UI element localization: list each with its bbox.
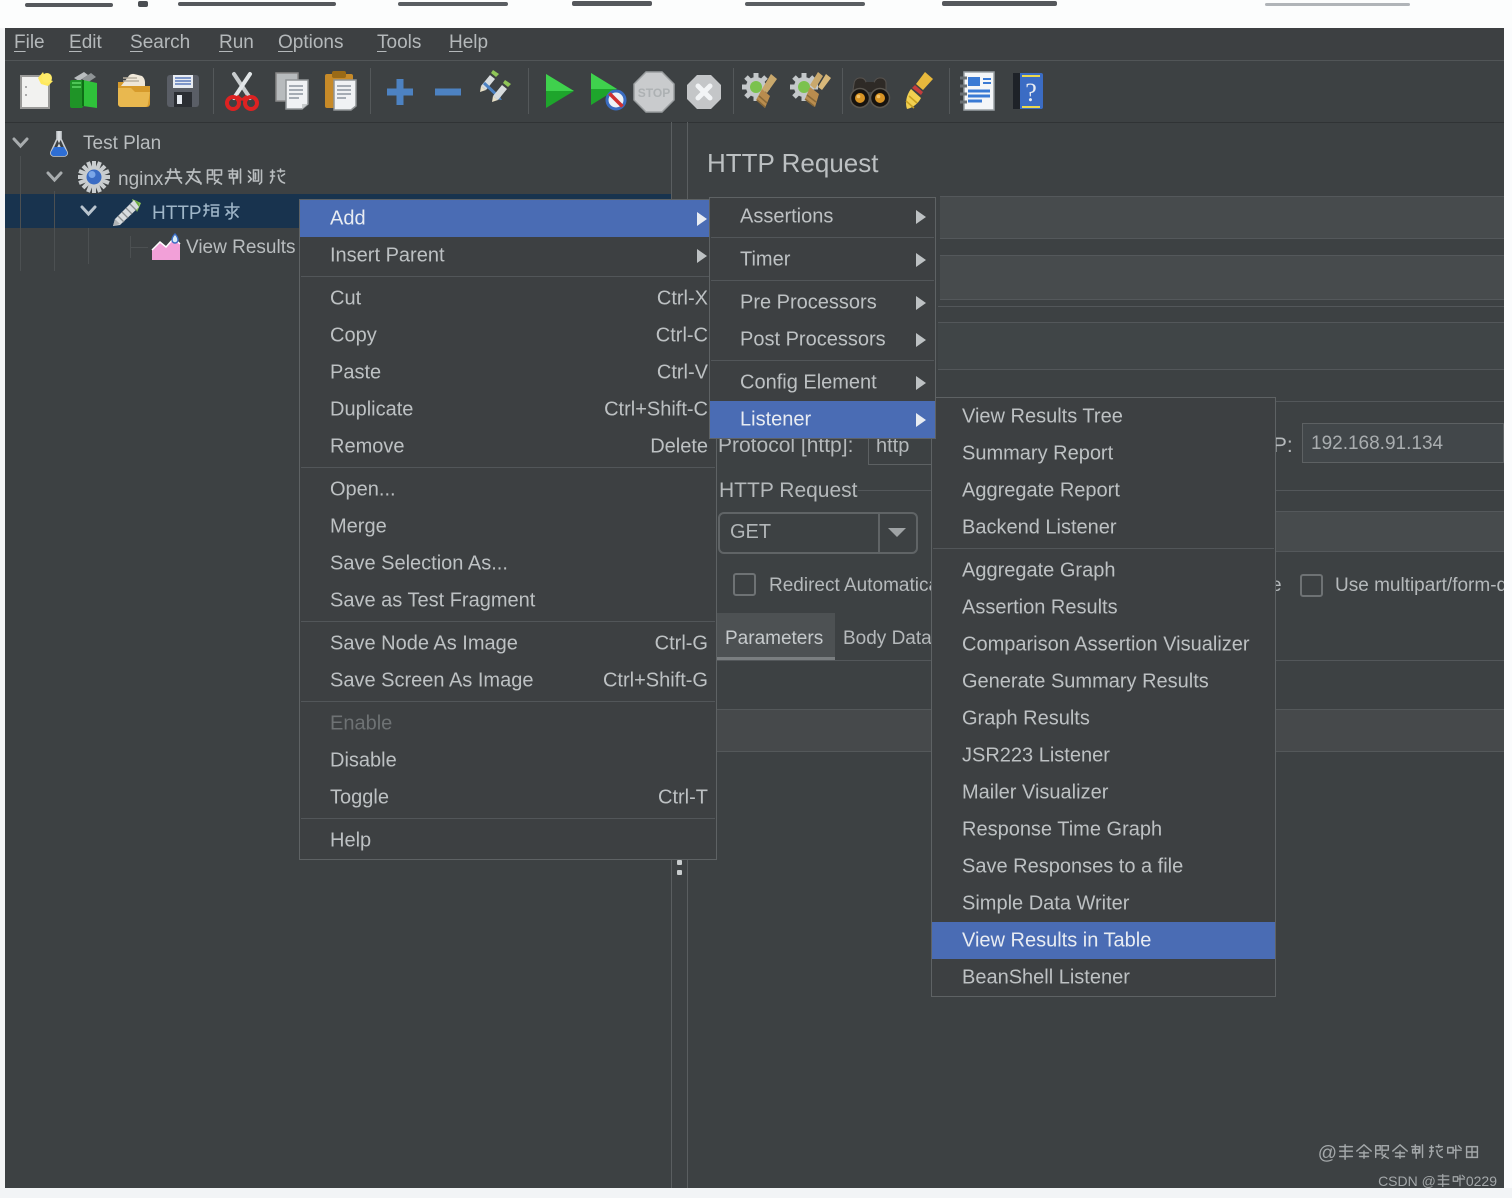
svg-text:STOP: STOP [638,86,670,100]
svg-text:?: ? [1025,78,1037,107]
